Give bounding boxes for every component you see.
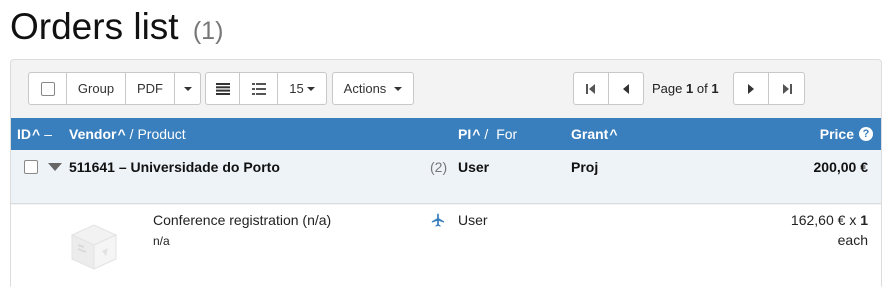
chevron-left-icon	[623, 83, 629, 94]
for-header[interactable]: For	[496, 126, 517, 142]
sort-icon: ^	[117, 126, 126, 142]
chevron-down-icon	[183, 86, 192, 91]
group-button-label: Group	[77, 81, 115, 96]
page-title-text: Orders list	[10, 6, 179, 47]
pi-header[interactable]: PI ^ / For	[458, 118, 517, 150]
pdf-button[interactable]: PDF	[126, 72, 175, 105]
pdf-button-label: PDF	[137, 81, 163, 96]
first-page-button[interactable]	[573, 72, 609, 105]
last-page-button[interactable]	[769, 72, 805, 105]
group-button[interactable]: Group	[67, 72, 126, 105]
next-page-button[interactable]	[733, 72, 769, 105]
package-placeholder-icon	[66, 215, 122, 271]
view-list-button[interactable]	[240, 72, 278, 105]
checkbox-box[interactable]	[24, 159, 38, 174]
sort-icon: ^	[472, 126, 481, 142]
page-size-select[interactable]: 15	[278, 72, 327, 105]
item-product-name[interactable]: Conference registration (n/a)	[153, 211, 331, 229]
orders-panel: Group PDF 15 Actions Page 1 of 1 ID ^ – …	[10, 59, 882, 290]
id-header[interactable]: ID ^ –	[17, 118, 52, 150]
caret-down-icon	[48, 162, 62, 171]
select-all-checkbox[interactable]	[28, 72, 67, 105]
group-pi: User	[458, 158, 490, 175]
group-item-count: (2)	[430, 158, 448, 175]
first-page-icon	[586, 83, 595, 94]
item-unit: each	[837, 232, 868, 248]
collapse-toggle[interactable]	[48, 150, 62, 183]
table-header: ID ^ – Vendor ^ / Product PI ^ / For Grant ^ Pr…	[11, 118, 881, 150]
list-icon	[251, 82, 266, 95]
group-price: 200,00 €	[813, 158, 869, 175]
product-header[interactable]: Product	[137, 126, 185, 142]
item-user: User	[458, 212, 488, 228]
previous-page-button[interactable]	[609, 72, 644, 105]
total-pages: 1	[711, 81, 719, 96]
actions-button-label: Actions	[343, 81, 387, 96]
price-header[interactable]: Price?	[820, 118, 873, 150]
pdf-dropdown-toggle[interactable]	[175, 72, 201, 105]
align-justify-icon	[215, 82, 230, 95]
item-quantity: 1	[860, 212, 868, 228]
chevron-down-icon	[306, 86, 315, 91]
item-detail: n/a	[153, 234, 170, 248]
group-select-checkbox[interactable]	[24, 150, 38, 183]
plane-icon	[431, 212, 445, 228]
order-count: (1)	[192, 17, 224, 45]
order-group-row[interactable]: 511641 – Universidade do Porto (2) User …	[11, 150, 881, 204]
times-sign: x	[849, 212, 857, 228]
sort-icon: ^	[32, 126, 41, 142]
grant-header[interactable]: Grant ^	[571, 118, 618, 150]
toolbar: Group PDF 15 Actions Page 1 of 1	[11, 60, 881, 118]
pager-label: Page 1 of 1	[652, 81, 719, 96]
group-grant: Proj	[571, 158, 599, 175]
help-icon[interactable]: ?	[859, 127, 873, 141]
page-title: Orders list (1)	[10, 5, 223, 53]
chevron-right-icon	[748, 83, 754, 94]
group-title[interactable]: 511641 – Universidade do Porto	[69, 150, 280, 183]
last-page-icon	[782, 83, 792, 94]
checkbox-box[interactable]	[40, 81, 55, 96]
vendor-header[interactable]: Vendor ^ / Product	[69, 118, 186, 150]
actions-button[interactable]: Actions	[332, 72, 414, 105]
page-size-value: 15	[289, 81, 304, 96]
unit-price-value: 162,60 €	[790, 212, 846, 228]
view-compact-button[interactable]	[205, 72, 240, 105]
item-unit-price: 162,60 € x 1	[791, 211, 868, 229]
chevron-down-icon	[394, 86, 403, 91]
current-page: 1	[686, 81, 694, 96]
table-row[interactable]: Conference registration (n/a) n/a User 1…	[11, 205, 881, 290]
sort-icon: ^	[609, 126, 618, 142]
